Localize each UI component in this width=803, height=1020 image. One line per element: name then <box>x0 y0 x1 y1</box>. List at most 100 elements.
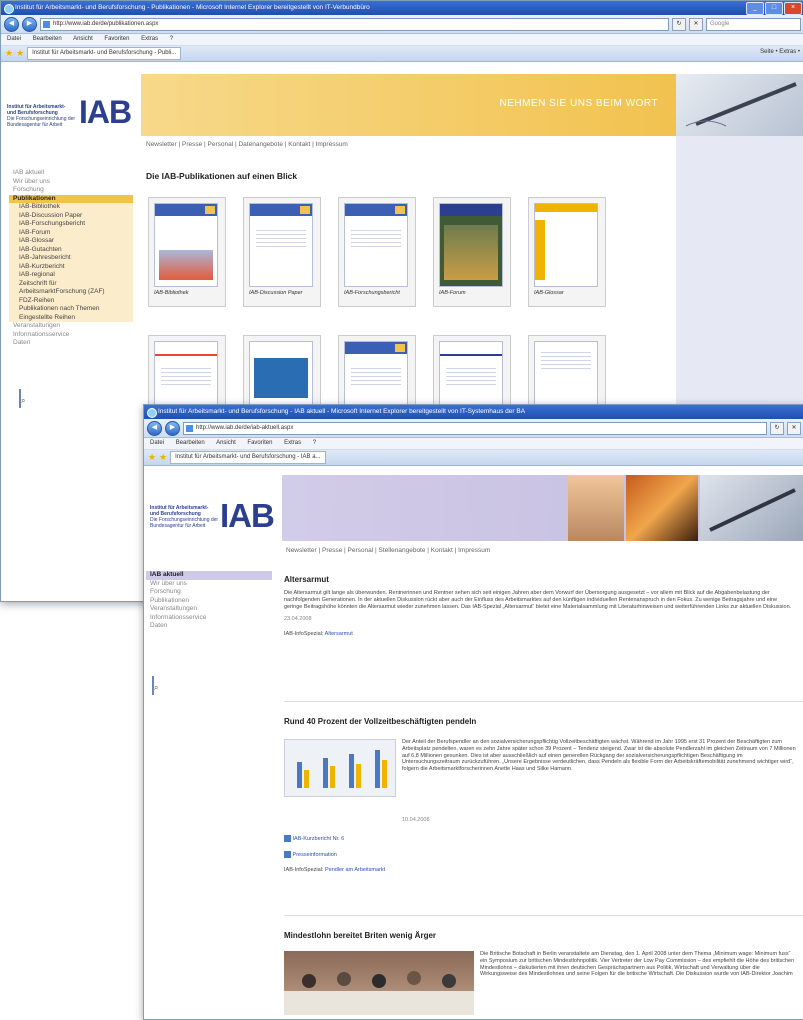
stop-button[interactable]: ✕ <box>689 17 703 31</box>
sidebar-item-wir-ueber-uns[interactable]: Wir über uns <box>9 178 133 187</box>
sidebar-sub-item[interactable]: IAB-Jahresbericht <box>9 254 133 263</box>
special-link[interactable]: Altersarmut <box>325 631 353 637</box>
add-favorites-icon[interactable]: ★ <box>16 48 24 59</box>
sidebar-sub-item[interactable]: FDZ-Reihen <box>9 297 133 306</box>
minimize-button[interactable]: _ <box>746 2 764 15</box>
front-subnav[interactable]: Newsletter | Presse | Personal | Stellen… <box>286 547 490 554</box>
favorites-star-icon[interactable]: ★ <box>148 452 156 463</box>
menu-file[interactable]: Datei <box>7 36 21 42</box>
article-title[interactable]: Altersarmut <box>284 575 796 584</box>
menu-view[interactable]: Ansicht <box>73 36 93 42</box>
sidebar-item-publikationen[interactable]: Publikationen <box>9 194 133 203</box>
article-title[interactable]: Rund 40 Prozent der Vollzeitbeschäftigte… <box>284 717 796 726</box>
sidebar-sub-item[interactable]: IAB-regional <box>9 271 133 280</box>
back-sidebar: IAB aktuell Wir über uns Forschung Publi… <box>9 169 133 408</box>
menu-extras[interactable]: Extras <box>141 36 158 42</box>
pub-label: IAB-Forschungsbericht <box>344 290 400 296</box>
pub-cover <box>439 203 503 287</box>
back-toolbar-tools[interactable]: Seite • Extras • <box>760 49 800 55</box>
menu-help[interactable]: ? <box>170 36 173 42</box>
article-special: IAB-InfoSpezial: Altersarmut <box>284 631 796 638</box>
menu-favorites[interactable]: Favoriten <box>104 36 129 42</box>
front-tabbar: ★ ★ Institut für Arbeitsmarkt- und Beruf… <box>144 450 803 466</box>
back-page-header: Institut für Arbeitsmarkt- und Berufsfor… <box>1 74 803 136</box>
favorites-star-icon[interactable]: ★ <box>5 48 13 59</box>
back-iab-logo[interactable]: IAB <box>79 94 132 131</box>
pub-cover <box>534 203 598 287</box>
sidebar-sub-item[interactable]: IAB-Discussion Paper <box>9 212 133 221</box>
conference-photo[interactable] <box>284 951 474 1015</box>
menu-file[interactable]: Datei <box>150 440 164 446</box>
back-tab[interactable]: Institut für Arbeitsmarkt- und Berufsfor… <box>27 47 182 60</box>
press-link[interactable]: Presseinformation <box>293 852 337 858</box>
back-nav-icon[interactable]: ◀ <box>147 420 162 436</box>
sidebar-sub-item[interactable]: Eingestellte Reihen <box>9 314 133 323</box>
sidebar-item-forschung[interactable]: Forschung <box>9 186 133 195</box>
forward-nav-icon[interactable]: ▶ <box>22 16 37 32</box>
sidebar-item-iab-aktuell[interactable]: IAB aktuell <box>146 571 272 580</box>
sidebar-sub-item[interactable]: IAB-Forschungsbericht <box>9 220 133 229</box>
pub-card[interactable]: IAB-Glossar <box>528 197 606 307</box>
pub-card[interactable]: IAB-Forum <box>433 197 511 307</box>
menu-extras[interactable]: Extras <box>284 440 301 446</box>
pub-card[interactable]: IAB-Discussion Paper <box>243 197 321 307</box>
logo-line: Bundesagentur für Arbeit <box>150 523 206 529</box>
sidebar-item-publikationen[interactable]: Publikationen <box>146 597 272 606</box>
menu-help[interactable]: ? <box>313 440 316 446</box>
back-page-heading: Die IAB-Publikationen auf einen Blick <box>146 171 298 181</box>
menu-edit[interactable]: Bearbeiten <box>176 440 205 446</box>
menu-favorites[interactable]: Favoriten <box>247 440 272 446</box>
pub-label: IAB-Forum <box>439 290 466 296</box>
pub-cover <box>249 203 313 287</box>
front-tab[interactable]: Institut für Arbeitsmarkt- und Berufsfor… <box>170 451 326 464</box>
sidebar-sub-item[interactable]: IAB-Glossar <box>9 237 133 246</box>
sidebar-item-iab-aktuell[interactable]: IAB aktuell <box>9 169 133 178</box>
pub-card[interactable]: IAB-Forschungsbericht <box>338 197 416 307</box>
back-subnav[interactable]: Newsletter | Presse | Personal | Datenan… <box>146 141 348 148</box>
sidebar-item-forschung[interactable]: Forschung <box>146 588 272 597</box>
pub-card[interactable]: IAB-Bibliothek <box>148 197 226 307</box>
sidebar-sub-item[interactable]: IAB-Kurzbericht <box>9 263 133 272</box>
article-text: Der Anteil der Berufspendler an den sozi… <box>402 739 796 773</box>
back-search-field[interactable]: Google <box>706 17 801 31</box>
forward-nav-icon[interactable]: ▶ <box>165 420 180 436</box>
sidebar-sub-item[interactable]: IAB-Forum <box>9 229 133 238</box>
pub-cover <box>154 203 218 287</box>
sidebar-item-informationsservice[interactable]: Informationsservice <box>146 614 272 623</box>
article-special: IAB-InfoSpezial: Pendler am Arbeitsmarkt <box>284 867 385 874</box>
sidebar-sub-item[interactable]: IAB-Bibliothek <box>9 203 133 212</box>
search-icon[interactable]: ⌕ <box>21 396 25 405</box>
sidebar-sub-item[interactable]: Publikationen nach Themen <box>9 305 133 314</box>
sidebar-sub-item[interactable]: Zeitschrift für <box>9 280 133 289</box>
menu-edit[interactable]: Bearbeiten <box>33 36 62 42</box>
refresh-button[interactable]: ↻ <box>770 421 784 435</box>
sidebar-item-informationsservice[interactable]: Informationsservice <box>9 331 133 340</box>
pub-label: IAB-Bibliothek <box>154 290 189 296</box>
sidebar-item-veranstaltungen[interactable]: Veranstaltungen <box>146 605 272 614</box>
sidebar-item-daten[interactable]: Daten <box>146 622 272 631</box>
people-photo <box>284 971 474 1015</box>
close-button[interactable]: × <box>784 2 802 15</box>
front-logo-text: Institut für Arbeitsmarkt- und Berufsfor… <box>150 505 218 529</box>
back-nav-icon[interactable]: ◀ <box>4 16 19 32</box>
back-menubar: Datei Bearbeiten Ansicht Favoriten Extra… <box>1 34 803 46</box>
sidebar-item-veranstaltungen[interactable]: Veranstaltungen <box>9 322 133 331</box>
stop-button[interactable]: ✕ <box>787 421 801 435</box>
refresh-button[interactable]: ↻ <box>672 17 686 31</box>
sidebar-item-daten[interactable]: Daten <box>9 339 133 348</box>
article-title[interactable]: Mindestlohn bereitet Briten wenig Ärger <box>284 931 796 940</box>
commuter-chart-thumbnail[interactable] <box>284 739 396 797</box>
back-address-bar: ◀ ▶ http://www.iab.de/de/publikationen.a… <box>1 15 803 34</box>
special-link[interactable]: Pendler am Arbeitsmarkt <box>325 867 385 873</box>
kurzbericht-link[interactable]: IAB-Kurzbericht Nr. 6 <box>293 836 345 842</box>
sidebar-sub-item[interactable]: ArbeitsmarktForschung (ZAF) <box>9 288 133 297</box>
sidebar-sub-item[interactable]: IAB-Gutachten <box>9 246 133 255</box>
front-url-field[interactable]: http://www.iab.de/de/iab-aktuell.aspx <box>183 421 767 435</box>
sidebar-item-wir-ueber-uns[interactable]: Wir über uns <box>146 580 272 589</box>
menu-view[interactable]: Ansicht <box>216 440 236 446</box>
add-favorites-icon[interactable]: ★ <box>159 452 167 463</box>
front-iab-logo[interactable]: IAB <box>220 497 275 535</box>
search-icon[interactable]: ⌕ <box>154 683 158 692</box>
back-url-field[interactable]: http://www.iab.de/de/publikationen.aspx <box>40 17 669 31</box>
maximize-button[interactable]: □ <box>765 2 783 15</box>
